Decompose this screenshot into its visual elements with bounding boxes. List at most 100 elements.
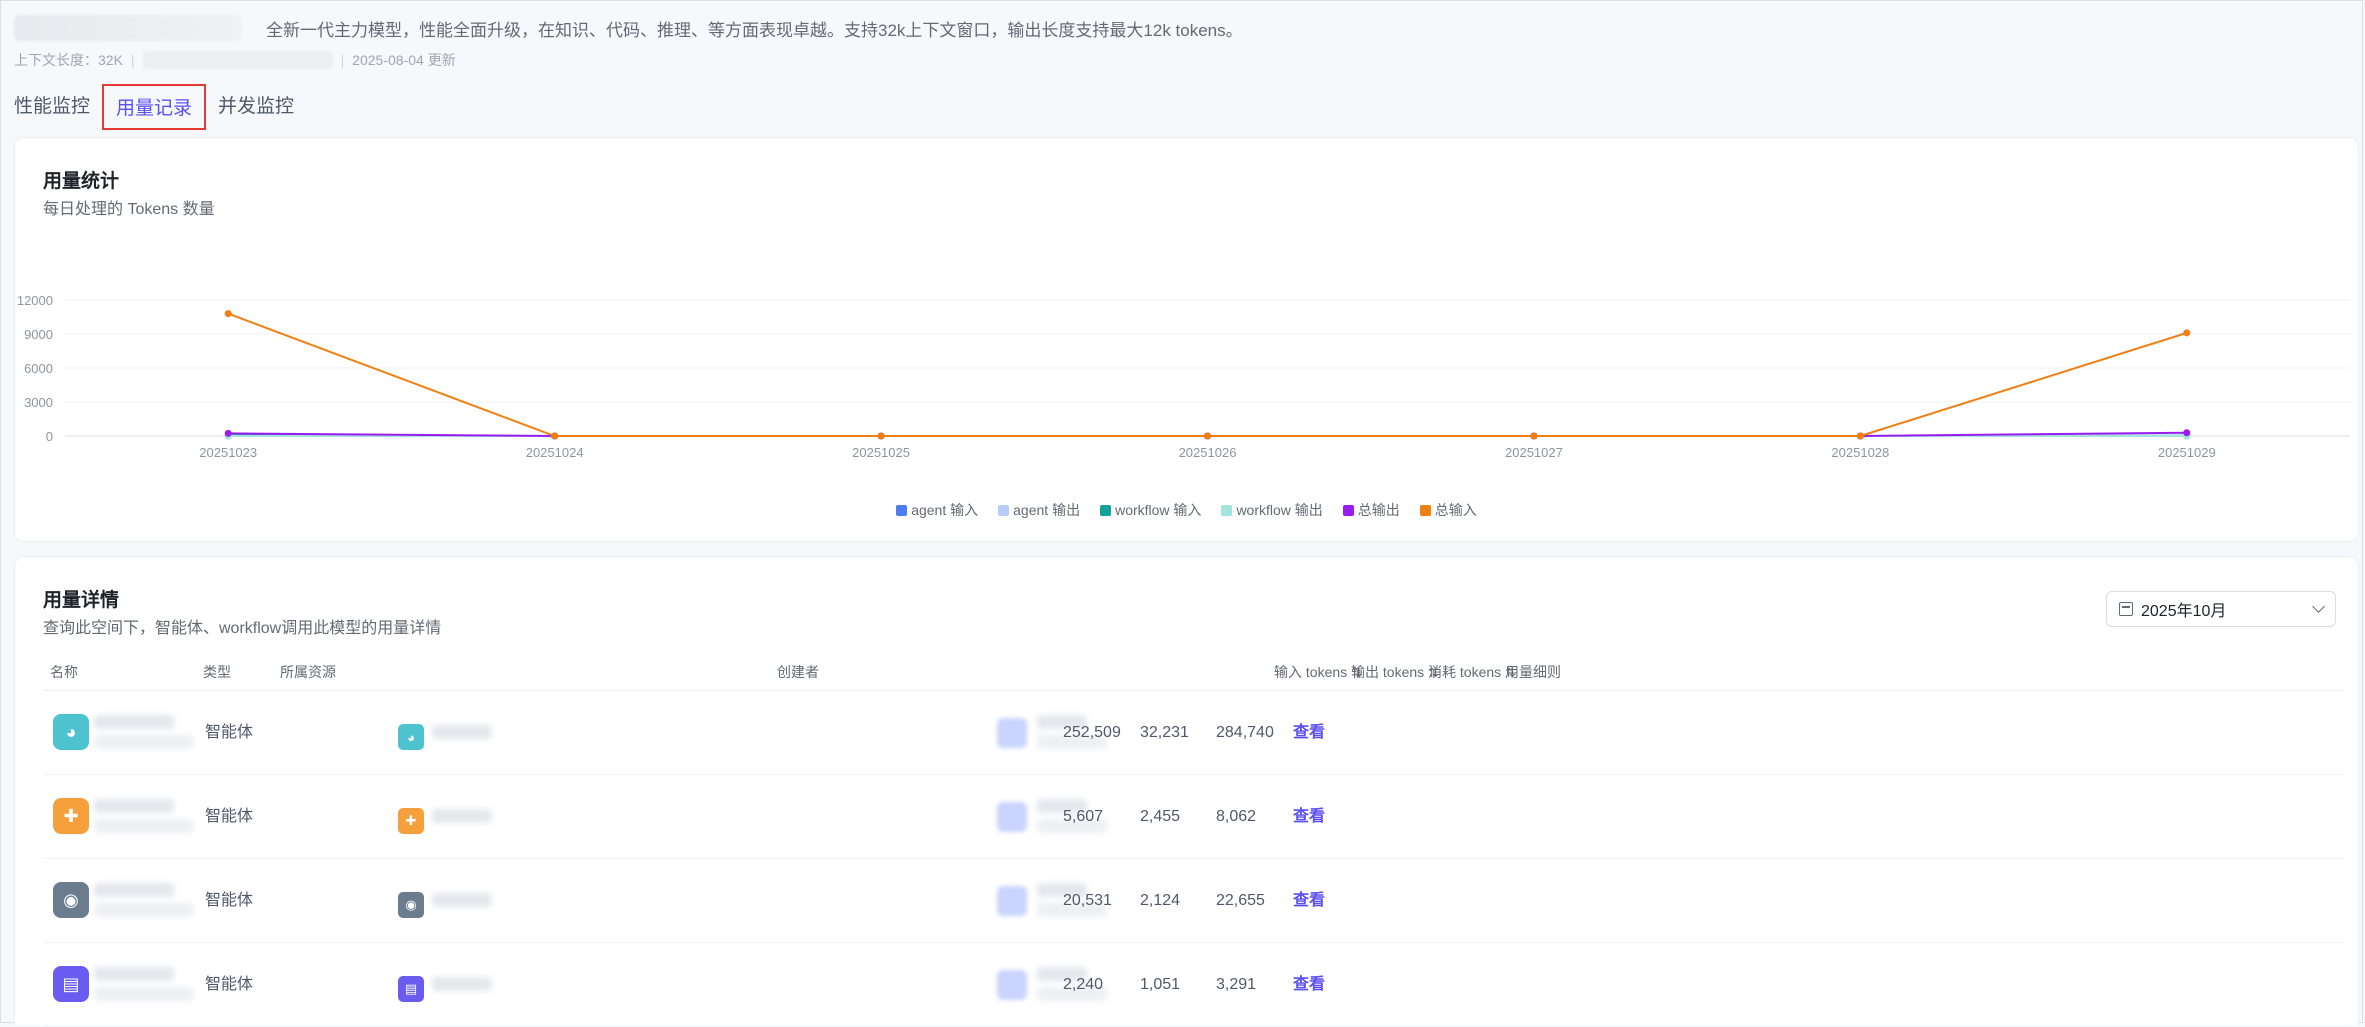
col-output-tokens[interactable]: 输出 tokens ⇅ [1351, 654, 1439, 691]
legend-label: workflow 输出 [1236, 502, 1323, 518]
tab-concurrency[interactable]: 并发监控 [206, 84, 306, 130]
meta-divider: | [340, 52, 345, 68]
data-point [2183, 429, 2191, 437]
legend-label: 总输入 [1434, 502, 1477, 518]
y-tick-label: 12000 [17, 293, 53, 308]
legend-item[interactable]: workflow 输出 [1221, 500, 1323, 520]
tab-usage-records[interactable]: 用量记录 [102, 84, 207, 130]
legend-item[interactable]: 总输入 [1419, 500, 1477, 520]
row-output-tokens: 2,455 [1140, 808, 1181, 825]
row-total-tokens: 8,062 [1216, 808, 1257, 825]
usage-line-chart: 0 3000 6000 9000 12000 20251023 20251024 202510… [17, 293, 2350, 460]
row-output-tokens: 32,231 [1140, 724, 1189, 741]
legend-swatch [1419, 504, 1431, 516]
name-sub-redacted [94, 819, 194, 833]
view-link[interactable]: 查看 [1293, 691, 1325, 774]
view-link[interactable]: 查看 [1293, 859, 1325, 942]
row-output-tokens: 1,051 [1140, 976, 1181, 993]
col-resource: 所属资源 [280, 664, 336, 680]
robot-icon: ◉ [398, 892, 424, 918]
tab-performance[interactable]: 性能监控 [14, 84, 102, 130]
updated-date: 2025-08-04 更新 [352, 52, 456, 68]
data-point [1856, 432, 1864, 440]
data-point [224, 310, 232, 318]
resource-cell: ✚ [398, 775, 558, 858]
context-length: 上下文长度：32K [14, 52, 123, 68]
legend-item[interactable]: agent 输出 [998, 500, 1080, 520]
table-body: ◕ 智能体 ◕ 252,509 32,231 284,740 查看 ✚ 智能体 ✚ 5,607 2,4… [44, 691, 2344, 1027]
table-row: ✚ 智能体 ✚ 5,607 2,455 8,062 查看 [44, 775, 2344, 859]
chart-legend: agent 输入 agent 输出 workflow 输入 workflow 输出 总输… [15, 500, 2358, 520]
col-detail: 用量细则 [1505, 664, 1561, 680]
view-link[interactable]: 查看 [1293, 943, 1325, 1026]
col-type: 类型 [203, 664, 231, 680]
resource-redacted [432, 725, 492, 739]
model-meta: 上下文长度：32K | | 2025-08-04 更新 [14, 50, 456, 70]
row-type: 智能体 [205, 808, 254, 825]
tab-bar: 性能监控 用量记录 并发监控 [14, 84, 306, 130]
legend-item[interactable]: 总输出 [1342, 500, 1400, 520]
resource-cell: ◕ [398, 691, 558, 774]
chevron-down-icon [2312, 600, 2325, 613]
data-point [224, 429, 232, 437]
view-link[interactable]: 查看 [1293, 775, 1325, 858]
legend-item[interactable]: workflow 输入 [1100, 500, 1201, 520]
row-type: 智能体 [205, 976, 254, 993]
month-select[interactable]: 2025年10月 [2106, 591, 2336, 627]
x-tick-label: 20251028 [1831, 445, 1889, 460]
legend-swatch [1342, 504, 1354, 516]
x-tick-label: 20251026 [1179, 445, 1237, 460]
creator-avatar [997, 718, 1027, 748]
legend-swatch [1100, 504, 1112, 516]
y-tick-label: 0 [46, 429, 53, 444]
document-icon: ▤ [398, 976, 424, 1002]
row-input-tokens: 5,607 [1063, 808, 1104, 825]
document-icon: ▤ [53, 966, 89, 1002]
name-sub-redacted [94, 903, 194, 917]
row-input-tokens: 252,509 [1063, 724, 1121, 741]
x-tick-label: 20251024 [526, 445, 584, 460]
name-redacted [94, 799, 174, 813]
col-input-label: 输入 tokens [1274, 664, 1348, 680]
meta-divider: | [130, 52, 135, 68]
y-tick-label: 3000 [24, 395, 53, 410]
legend-swatch [1221, 504, 1233, 516]
resource-redacted [432, 977, 492, 991]
puzzle-icon: ✚ [53, 798, 89, 834]
legend-label: workflow 输入 [1115, 502, 1202, 518]
puzzle-icon: ✚ [398, 808, 424, 834]
legend-swatch [896, 504, 908, 516]
legend-swatch [998, 504, 1010, 516]
data-point [1530, 432, 1538, 440]
calendar-icon [2119, 602, 2133, 616]
name-redacted [94, 715, 174, 729]
row-input-tokens: 2,240 [1063, 976, 1104, 993]
table-row: ◕ 智能体 ◕ 252,509 32,231 284,740 查看 [44, 691, 2344, 775]
col-total-tokens[interactable]: 消耗 tokens ⇅ [1428, 654, 1516, 691]
y-tick-label: 9000 [24, 327, 53, 342]
card-subtitle: 查询此空间下，智能体、workflow调用此模型的用量详情 [43, 620, 442, 637]
name-sub-redacted [94, 987, 194, 1001]
col-output-label: 输出 tokens [1351, 664, 1425, 680]
row-total-tokens: 284,740 [1216, 724, 1274, 741]
table-row: ◉ 智能体 ◉ 20,531 2,124 22,655 查看 [44, 859, 2344, 943]
row-total-tokens: 22,655 [1216, 892, 1265, 909]
col-input-tokens[interactable]: 输入 tokens ⇅ [1274, 654, 1362, 691]
robot-face-icon: ◕ [398, 724, 424, 750]
row-type: 智能体 [205, 892, 254, 909]
series-line [227, 312, 2188, 437]
resource-cell: ◉ [398, 859, 558, 942]
usage-details-card: 用量详情 查询此空间下，智能体、workflow调用此模型的用量详情 2025年… [14, 556, 2359, 1027]
usage-table: 名称 类型 所属资源 创建者 输入 tokens ⇅ 输出 tokens ⇅ 消耗 … [44, 654, 2344, 1027]
data-point [877, 432, 885, 440]
model-description: 全新一代主力模型，性能全面升级，在知识、代码、推理、等方面表现卓越。支持32k上… [266, 20, 1243, 40]
x-tick-label: 20251025 [852, 445, 910, 460]
row-input-tokens: 20,531 [1063, 892, 1112, 909]
col-total-label: 消耗 tokens [1428, 664, 1502, 680]
x-tick-label: 20251023 [199, 445, 257, 460]
row-output-tokens: 2,124 [1140, 892, 1181, 909]
model-header: 全新一代主力模型，性能全面升级，在知识、代码、推理、等方面表现卓越。支持32k上… [14, 14, 1243, 42]
card-title: 用量详情 [43, 590, 120, 611]
resource-cell: ▤ [398, 943, 558, 1026]
legend-item[interactable]: agent 输入 [896, 500, 978, 520]
